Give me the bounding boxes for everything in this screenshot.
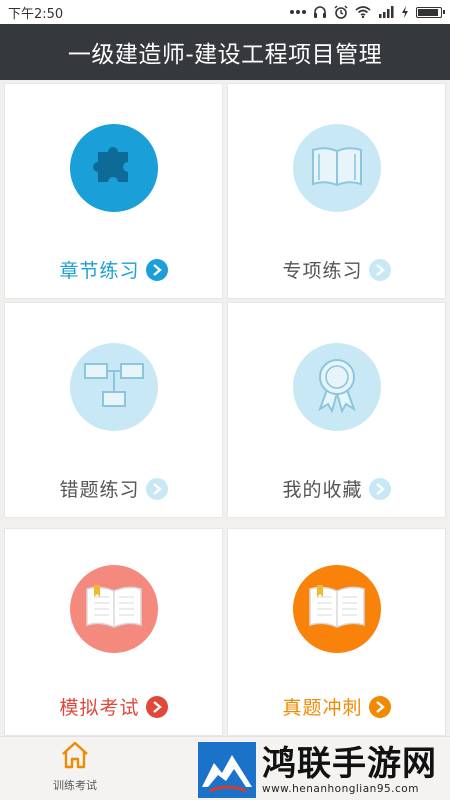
status-time: 下午2:50 xyxy=(8,6,64,22)
tab-training-exam[interactable]: 训练考试 xyxy=(40,741,110,793)
card-special-practice[interactable]: 专项练习 xyxy=(227,83,446,299)
chevron-right-icon xyxy=(145,477,168,500)
card-label: 模拟考试 xyxy=(59,697,140,719)
card-icon-circle xyxy=(69,343,158,431)
chevron-right-icon xyxy=(368,258,391,281)
headset-icon xyxy=(313,5,327,19)
header-bar: 一级建造师-建设工程项目管理 xyxy=(0,24,450,80)
open-book-icon xyxy=(84,583,144,635)
watermark-text: 鸿联手游网 www.henanhonglian95.com xyxy=(262,745,437,795)
card-label-row: 错题练习 xyxy=(59,475,168,502)
card-icon-circle xyxy=(69,124,158,212)
card-my-favorites[interactable]: 我的收藏 xyxy=(227,302,446,518)
card-icon-circle xyxy=(292,343,381,431)
watermark-url: www.henanhonglian95.com xyxy=(262,783,419,795)
card-mock-exam[interactable]: 模拟考试 xyxy=(4,528,223,736)
card-icon-circle xyxy=(69,565,158,653)
card-wrong-questions[interactable]: 错题练习 xyxy=(4,302,223,518)
card-label: 错题练习 xyxy=(59,479,140,501)
card-label-row: 章节练习 xyxy=(59,256,168,283)
puzzle-icon xyxy=(88,140,140,196)
chevron-right-icon xyxy=(368,695,391,718)
wifi-icon xyxy=(355,6,371,18)
card-label-row: 真题冲刺 xyxy=(282,693,391,720)
card-label: 章节练习 xyxy=(59,260,140,282)
chevron-right-icon xyxy=(368,477,391,500)
card-label-row: 专项练习 xyxy=(282,256,391,283)
card-label: 专项练习 xyxy=(282,260,363,282)
more-dots-icon xyxy=(290,9,306,15)
card-label: 我的收藏 xyxy=(282,479,363,501)
alarm-clock-icon xyxy=(334,5,348,19)
card-past-exam-sprint[interactable]: 真题冲刺 xyxy=(227,528,446,736)
card-label: 真题冲刺 xyxy=(282,697,363,719)
home-icon xyxy=(60,741,90,773)
flowchart-icon xyxy=(83,360,145,414)
charging-icon xyxy=(401,6,409,18)
open-book-icon xyxy=(307,583,367,635)
page-title: 一级建造师-建设工程项目管理 xyxy=(67,42,383,68)
status-bar: 下午2:50 xyxy=(0,0,450,24)
watermark-logo xyxy=(198,742,256,798)
status-icons xyxy=(290,5,445,19)
chevron-right-icon xyxy=(145,258,168,281)
battery-icon xyxy=(416,6,445,18)
book-icon xyxy=(310,144,364,192)
card-chapter-practice[interactable]: 章节练习 xyxy=(4,83,223,299)
tab-label: 训练考试 xyxy=(53,779,97,792)
watermark: 鸿联手游网 www.henanhonglian95.com xyxy=(198,740,450,800)
chevron-right-icon xyxy=(145,695,168,718)
card-icon-circle xyxy=(292,565,381,653)
signal-icon xyxy=(378,6,394,18)
card-label-row: 模拟考试 xyxy=(59,693,168,720)
ribbon-badge-icon xyxy=(314,357,360,417)
menu-grid: 章节练习 专项练习 错题练习 我的收藏 模拟考试 真题冲刺 xyxy=(0,80,450,736)
watermark-title: 鸿联手游网 xyxy=(262,744,437,784)
card-label-row: 我的收藏 xyxy=(282,475,391,502)
card-icon-circle xyxy=(292,124,381,212)
